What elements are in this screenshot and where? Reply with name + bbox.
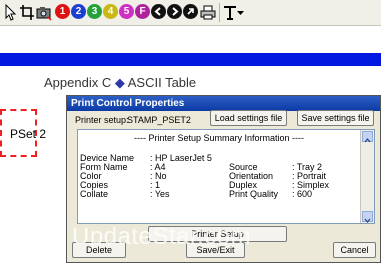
- summary-scrollbar[interactable]: [360, 130, 374, 223]
- step-f-icon[interactable]: F: [135, 4, 150, 19]
- crop-icon[interactable]: [19, 4, 35, 21]
- step-1-icon[interactable]: 1: [55, 4, 70, 19]
- watermark: UpdateStar.com: [72, 223, 252, 250]
- camera-icon[interactable]: [36, 4, 52, 21]
- toolbar-separator: [219, 3, 220, 22]
- summary-panel: ---- Printer Setup Summary Information -…: [77, 129, 375, 224]
- scroll-down-icon[interactable]: [362, 211, 373, 223]
- dialog-title: Print Control Properties: [67, 96, 380, 111]
- collate-value: : Yes: [150, 189, 170, 199]
- step-2-icon[interactable]: 2: [71, 4, 86, 19]
- heading-prefix: Appendix C: [44, 75, 112, 90]
- step-4-icon[interactable]: 4: [103, 4, 118, 19]
- collate-key: Collate: [80, 189, 109, 199]
- dropdown-icon[interactable]: [236, 4, 245, 21]
- load-settings-button[interactable]: Load settings file: [210, 110, 287, 126]
- save-settings-button[interactable]: Save settings file: [297, 110, 374, 126]
- summary-title: ---- Printer Setup Summary Information -…: [133, 133, 305, 143]
- info-icon[interactable]: [183, 4, 198, 19]
- printer-setup-label: Printer setup:: [75, 115, 129, 125]
- arrow-right-icon[interactable]: [167, 4, 182, 19]
- pset-label: PSet 2: [10, 127, 47, 141]
- arrow-left-icon[interactable]: [151, 4, 166, 19]
- heading-suffix: ASCII Table: [127, 75, 197, 90]
- cancel-button[interactable]: Cancel: [333, 242, 376, 258]
- page-heading: Appendix C ◆ ASCII Table: [44, 75, 196, 91]
- print-icon[interactable]: [200, 4, 216, 21]
- step-5-icon[interactable]: 5: [119, 4, 134, 19]
- pointer-icon[interactable]: [3, 4, 19, 21]
- printer-setup-value: STAMP_PSET2: [127, 115, 191, 125]
- print-quality-key: Print Quality: [229, 189, 279, 199]
- step-3-icon[interactable]: 3: [87, 4, 102, 19]
- print-quality-value: : 600: [292, 189, 313, 199]
- pset-stamp[interactable]: PSet 2: [0, 109, 46, 157]
- blue-banner: [0, 53, 381, 66]
- diamond-icon: ◆: [114, 75, 125, 90]
- scroll-up-icon[interactable]: [362, 131, 373, 143]
- toolbar: 1 2 3 4 5 F: [0, 0, 381, 26]
